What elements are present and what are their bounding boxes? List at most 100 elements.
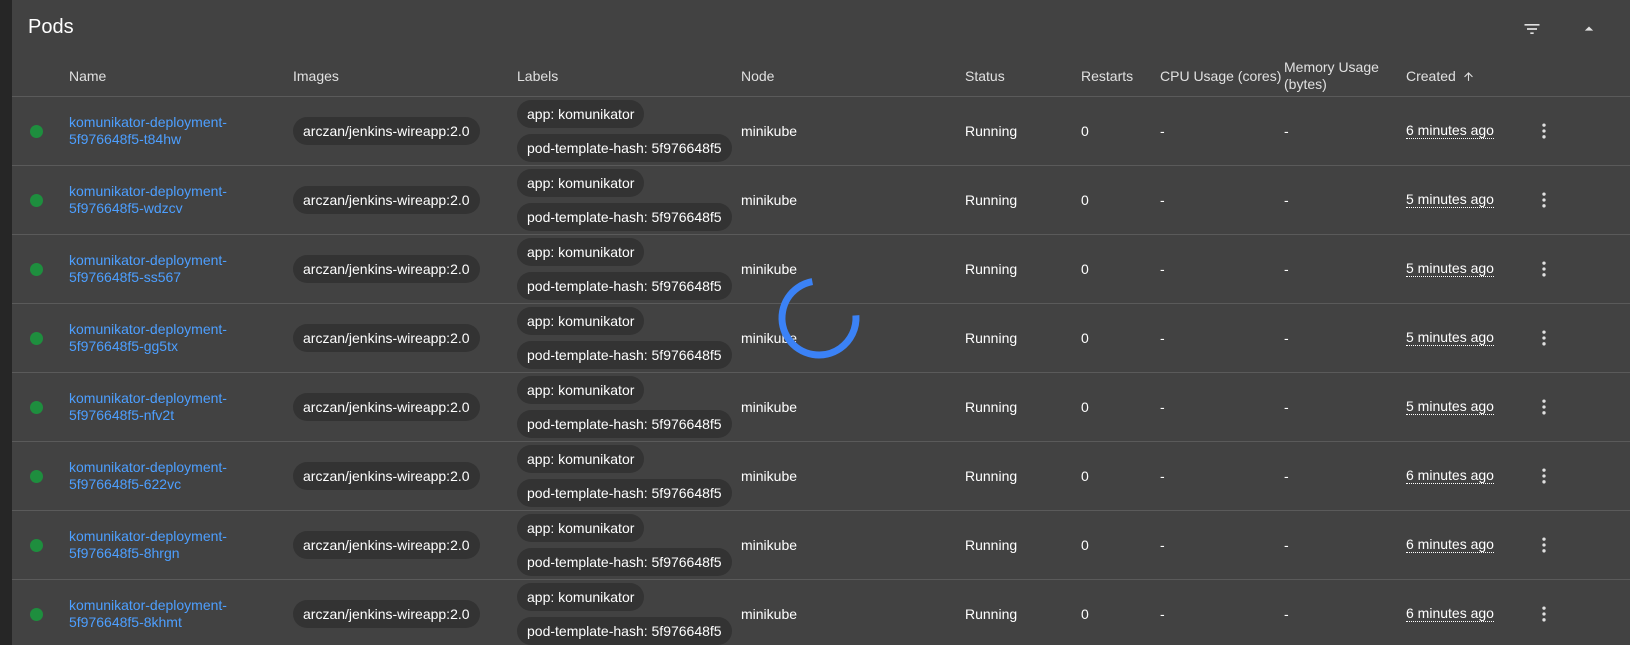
- label-chip-app: app: komunikator: [517, 514, 645, 542]
- pod-name-link[interactable]: komunikator-deployment- 5f976648f5-nfv2t: [69, 390, 269, 424]
- restarts-cell: 0: [1081, 192, 1089, 208]
- cpu-cell: -: [1160, 468, 1165, 484]
- more-vert-icon: [1542, 192, 1546, 208]
- row-actions-button[interactable]: [1532, 318, 1556, 358]
- pods-card: Pods Name Images Labels Node Status Rest…: [12, 0, 1630, 645]
- column-header-memory-line1: Memory Usage: [1284, 59, 1379, 75]
- pod-name-link[interactable]: komunikator-deployment- 5f976648f5-622vc: [69, 459, 269, 493]
- node-cell: minikube: [741, 399, 798, 415]
- card-header: Pods: [12, 0, 1630, 56]
- label-chip-app: app: komunikator: [517, 307, 645, 335]
- pod-name-link[interactable]: komunikator-deployment- 5f976648f5-ss567: [69, 252, 269, 286]
- node-cell: minikube: [741, 468, 798, 484]
- table-body: komunikator-deployment- 5f976648f5-t84hw…: [12, 97, 1630, 645]
- restarts-cell: 0: [1081, 537, 1089, 553]
- more-vert-icon: [1542, 123, 1546, 139]
- row-actions-button[interactable]: [1532, 594, 1556, 634]
- row-actions-button[interactable]: [1532, 249, 1556, 289]
- row-actions-button[interactable]: [1532, 456, 1556, 496]
- label-chip-pod-template-hash: pod-template-hash: 5f976648f5: [517, 617, 732, 645]
- label-chip-app: app: komunikator: [517, 445, 645, 473]
- table-row: komunikator-deployment- 5f976648f5-t84hw…: [12, 97, 1630, 166]
- created-time: 6 minutes ago: [1406, 605, 1494, 622]
- image-chip: arczan/jenkins-wireapp:2.0: [293, 324, 480, 352]
- row-actions-button[interactable]: [1532, 180, 1556, 220]
- pod-name-link[interactable]: komunikator-deployment- 5f976648f5-8hrgn: [69, 528, 269, 562]
- status-cell: Running: [965, 468, 1018, 484]
- column-header-restarts[interactable]: Restarts: [1081, 56, 1133, 96]
- column-header-memory[interactable]: Memory Usage (bytes): [1284, 56, 1379, 96]
- arrow-drop-up-icon: [1584, 26, 1594, 31]
- column-header-memory-line2: (bytes): [1284, 76, 1327, 92]
- more-vert-icon: [1542, 399, 1546, 415]
- created-time: 6 minutes ago: [1406, 467, 1494, 484]
- column-header-name[interactable]: Name: [69, 56, 106, 96]
- label-chip-pod-template-hash: pod-template-hash: 5f976648f5: [517, 272, 732, 300]
- cpu-cell: -: [1160, 330, 1165, 346]
- status-running-icon: [30, 400, 43, 414]
- label-chip-app: app: komunikator: [517, 376, 645, 404]
- created-time: 5 minutes ago: [1406, 329, 1494, 346]
- pod-name-link[interactable]: komunikator-deployment- 5f976648f5-gg5tx: [69, 321, 269, 355]
- label-chip-pod-template-hash: pod-template-hash: 5f976648f5: [517, 479, 732, 507]
- label-chip-app: app: komunikator: [517, 238, 645, 266]
- status-running-icon: [30, 262, 43, 276]
- column-header-created[interactable]: Created: [1406, 56, 1475, 96]
- pod-name-line1: komunikator-deployment-: [69, 114, 227, 130]
- memory-cell: -: [1284, 192, 1289, 208]
- row-actions-button[interactable]: [1532, 111, 1556, 151]
- left-edge-strip: [0, 0, 12, 645]
- created-time: 5 minutes ago: [1406, 260, 1494, 277]
- created-time: 5 minutes ago: [1406, 398, 1494, 415]
- memory-cell: -: [1284, 399, 1289, 415]
- status-running-icon: [30, 331, 43, 345]
- node-cell: minikube: [741, 192, 798, 208]
- filter-button[interactable]: [1515, 12, 1549, 46]
- pod-name-link[interactable]: komunikator-deployment- 5f976648f5-8khmt: [69, 597, 269, 631]
- status-cell: Running: [965, 330, 1018, 346]
- column-header-images[interactable]: Images: [293, 56, 339, 96]
- node-cell: minikube: [741, 606, 798, 622]
- image-chip: arczan/jenkins-wireapp:2.0: [293, 393, 480, 421]
- image-chip: arczan/jenkins-wireapp:2.0: [293, 600, 480, 628]
- more-vert-icon: [1542, 330, 1546, 346]
- status-running-icon: [30, 538, 43, 552]
- pod-name-line1: komunikator-deployment-: [69, 321, 227, 337]
- more-vert-icon: [1542, 261, 1546, 277]
- table-row: komunikator-deployment- 5f976648f5-622vc…: [12, 442, 1630, 511]
- row-actions-button[interactable]: [1532, 525, 1556, 565]
- image-chip: arczan/jenkins-wireapp:2.0: [293, 462, 480, 490]
- more-vert-icon: [1542, 537, 1546, 553]
- loading-spinner-icon: [778, 277, 860, 359]
- status-cell: Running: [965, 192, 1018, 208]
- table-row: komunikator-deployment- 5f976648f5-8khmt…: [12, 580, 1630, 645]
- cpu-cell: -: [1160, 123, 1165, 139]
- pod-name-line2: 5f976648f5-nfv2t: [69, 407, 175, 423]
- label-chip-app: app: komunikator: [517, 583, 645, 611]
- pod-name-line2: 5f976648f5-gg5tx: [69, 338, 178, 354]
- filter-list-icon: [1524, 24, 1540, 34]
- collapse-button[interactable]: [1572, 12, 1606, 46]
- pod-name-line1: komunikator-deployment-: [69, 252, 227, 268]
- image-chip: arczan/jenkins-wireapp:2.0: [293, 255, 480, 283]
- column-header-cpu[interactable]: CPU Usage (cores): [1160, 56, 1281, 96]
- column-header-node[interactable]: Node: [741, 56, 774, 96]
- cpu-cell: -: [1160, 192, 1165, 208]
- label-chip-app: app: komunikator: [517, 100, 645, 128]
- cpu-cell: -: [1160, 399, 1165, 415]
- column-header-created-label: Created: [1406, 67, 1456, 84]
- pod-name-line1: komunikator-deployment-: [69, 459, 227, 475]
- pod-name-line2: 5f976648f5-wdzcv: [69, 200, 183, 216]
- row-actions-button[interactable]: [1532, 387, 1556, 427]
- table-row: komunikator-deployment- 5f976648f5-wdzcv…: [12, 166, 1630, 235]
- pod-name-line1: komunikator-deployment-: [69, 597, 227, 613]
- created-time: 6 minutes ago: [1406, 536, 1494, 553]
- memory-cell: -: [1284, 123, 1289, 139]
- table-row: komunikator-deployment- 5f976648f5-nfv2t…: [12, 373, 1630, 442]
- pod-name-link[interactable]: komunikator-deployment- 5f976648f5-wdzcv: [69, 183, 269, 217]
- status-cell: Running: [965, 123, 1018, 139]
- column-header-status[interactable]: Status: [965, 56, 1005, 96]
- created-time: 6 minutes ago: [1406, 122, 1494, 139]
- column-header-labels[interactable]: Labels: [517, 56, 558, 96]
- pod-name-link[interactable]: komunikator-deployment- 5f976648f5-t84hw: [69, 114, 269, 148]
